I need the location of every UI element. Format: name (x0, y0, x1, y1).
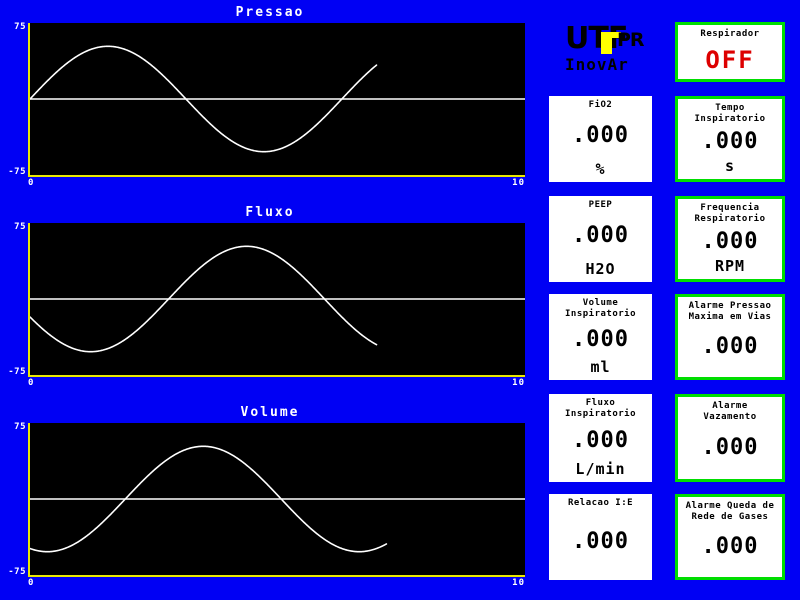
readout-label-alarme-pressao-maxima: Alarme Pressao Maxima em Vias (688, 301, 772, 322)
product-name: InovAr (565, 55, 629, 74)
readout-unit-relacao-ie (549, 574, 652, 580)
ytick-bottom-pressao: -75 (8, 167, 26, 177)
readout-label-tempo-inspiratorio: Tempo Inspiratorio (694, 103, 766, 124)
readout-value-volume-inspiratorio: .000 (572, 326, 629, 352)
readout-box-volume-inspiratorio[interactable]: Volume Inspiratorio .000 ml (549, 294, 652, 380)
ytick-top-fluxo: 75 (14, 222, 26, 232)
plot-wrap-fluxo: 75 -75 0 10 (8, 223, 525, 388)
xtick-left-pressao: 0 (28, 178, 35, 188)
waveform-svg-volume (30, 445, 525, 553)
chart-panel-fluxo: Fluxo 75 -75 0 10 (0, 205, 540, 395)
readout-unit-fluxo-inspiratorio: L/min (575, 460, 626, 478)
readout-unit-volume-inspiratorio: ml (590, 358, 611, 376)
xtick-right-pressao: 10 (512, 178, 525, 188)
plot-wrap-pressao: 75 -75 0 10 (8, 23, 525, 188)
readout-value-peep: .000 (572, 223, 629, 248)
status-label-respirador: Respirador (700, 29, 760, 39)
readout-label-alarme-vazamento: Alarme Vazamento (703, 401, 757, 422)
waveform-svg-fluxo (30, 245, 525, 353)
readout-unit-peep: H2O (585, 260, 616, 278)
readout-value-alarme-vazamento: .000 (701, 435, 759, 460)
readout-unit-alarme-pressao-maxima (678, 371, 782, 377)
readout-unit-frequencia-respiratorio: RPM (714, 257, 746, 275)
readout-value-alarme-queda-rede-gases: .000 (701, 534, 759, 559)
chart-title-fluxo: Fluxo (245, 205, 295, 220)
readout-label-fio2: FiO2 (588, 100, 613, 110)
xtick-right-volume: 10 (512, 578, 525, 588)
readout-value-tempo-inspiratorio: .000 (701, 128, 759, 154)
readout-box-relacao-ie[interactable]: Relacao I:E .000 (549, 494, 652, 580)
logo-pr-text: PR (617, 29, 645, 51)
readout-box-fluxo-inspiratorio[interactable]: Fluxo Inspiratorio .000 L/min (549, 394, 652, 482)
readout-box-peep[interactable]: PEEP .000 H2O (549, 196, 652, 282)
readout-value-frequencia-respiratorio: .000 (701, 228, 759, 254)
chart-title-volume: Volume (240, 405, 300, 420)
readout-label-volume-inspiratorio: Volume Inspiratorio (564, 298, 637, 319)
readout-unit-fio2: % (595, 160, 606, 178)
readout-label-relacao-ie: Relacao I:E (567, 498, 634, 508)
readout-box-frequencia-respiratorio[interactable]: Frequencia Respiratorio .000 RPM (675, 196, 785, 282)
ytick-bottom-volume: -75 (8, 567, 26, 577)
ytick-top-volume: 75 (14, 422, 26, 432)
chart-panel-volume: Volume 75 -75 0 10 (0, 405, 540, 595)
ventilator-screen: Pressao 75 -75 0 10 Fluxo 75 -75 0 10 Vo… (0, 0, 800, 600)
readout-unit-alarme-vazamento (678, 473, 782, 479)
xtick-left-fluxo: 0 (28, 378, 35, 388)
xtick-left-volume: 0 (28, 578, 35, 588)
status-value-respirador: OFF (705, 45, 755, 74)
readout-unit-tempo-inspiratorio: s (724, 157, 736, 175)
readout-value-alarme-pressao-maxima: .000 (701, 334, 759, 359)
readout-value-fio2: .000 (572, 123, 629, 148)
readout-value-relacao-ie: .000 (572, 528, 629, 554)
status-box-respirador[interactable]: Respirador OFF (675, 22, 785, 82)
readout-value-fluxo-inspiratorio: .000 (572, 427, 629, 453)
readout-box-alarme-queda-rede-gases[interactable]: Alarme Queda de Rede de Gases .000 (675, 494, 785, 580)
xtick-right-fluxo: 10 (512, 378, 525, 388)
readout-box-alarme-pressao-maxima[interactable]: Alarme Pressao Maxima em Vias .000 (675, 294, 785, 380)
chart-title-pressao: Pressao (235, 5, 305, 20)
plot-area-pressao (28, 23, 525, 177)
readout-label-peep: PEEP (588, 200, 613, 210)
ytick-top-pressao: 75 (14, 22, 26, 32)
readout-unit-alarme-queda-rede-gases (678, 571, 782, 577)
chart-panel-pressao: Pressao 75 -75 0 10 (0, 5, 540, 195)
readout-box-fio2[interactable]: FiO2 .000 % (549, 96, 652, 182)
plot-area-fluxo (28, 223, 525, 377)
readout-label-alarme-queda-rede-gases: Alarme Queda de Rede de Gases (685, 501, 775, 522)
readout-box-alarme-vazamento[interactable]: Alarme Vazamento .000 (675, 394, 785, 482)
plot-area-volume (28, 423, 525, 577)
plot-wrap-volume: 75 -75 0 10 (8, 423, 525, 588)
logo-wordmark: UTF PR (565, 24, 675, 54)
waveform-svg-pressao (30, 45, 525, 153)
readout-label-frequencia-respiratorio: Frequencia Respiratorio (694, 203, 766, 224)
readout-box-tempo-inspiratorio[interactable]: Tempo Inspiratorio .000 s (675, 96, 785, 182)
brand-logo: UTF PR InovAr (565, 24, 675, 74)
readout-label-fluxo-inspiratorio: Fluxo Inspiratorio (564, 398, 637, 419)
ytick-bottom-fluxo: -75 (8, 367, 26, 377)
